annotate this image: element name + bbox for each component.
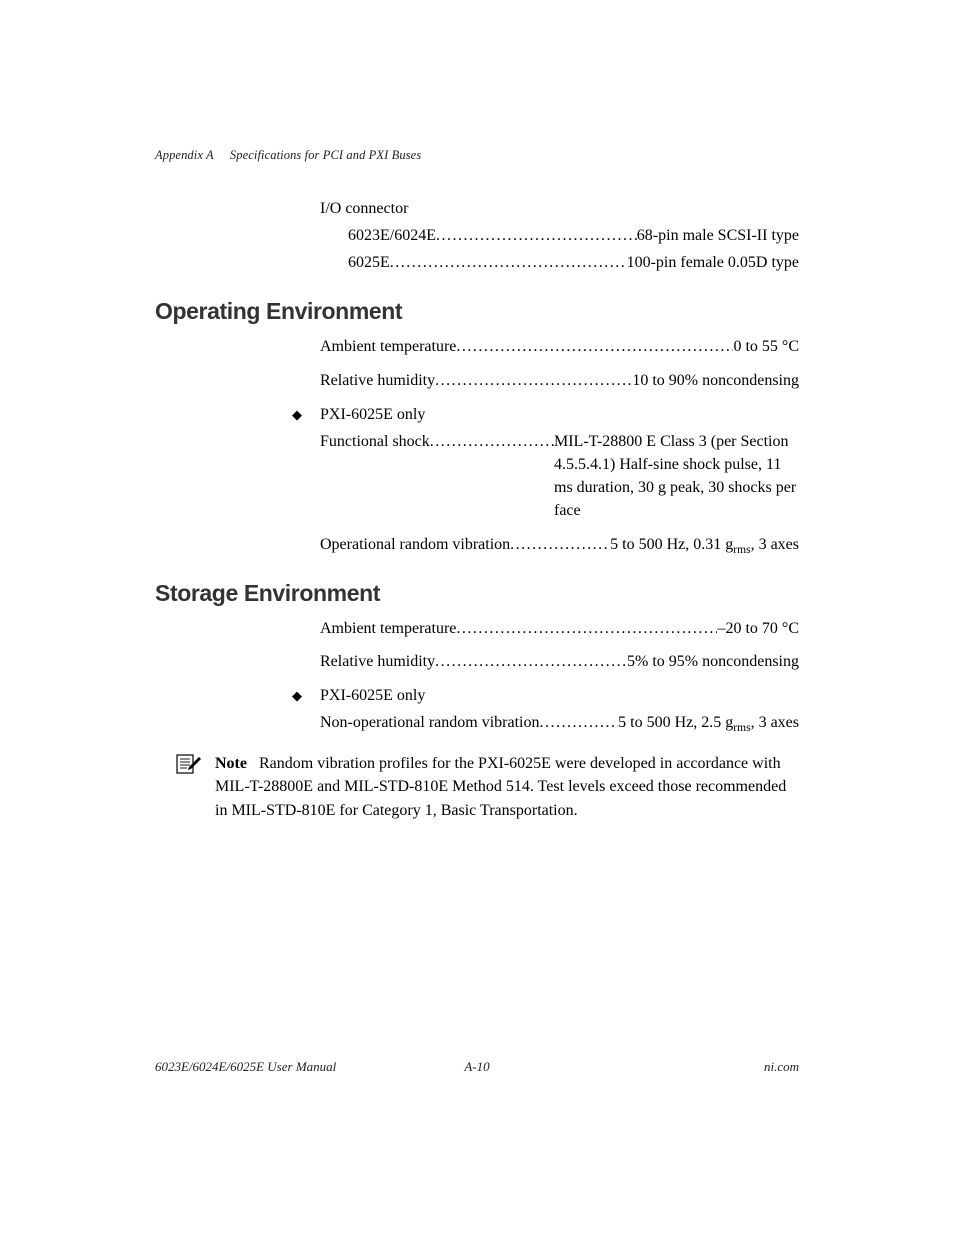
note-text: Note Random vibration profiles for the P… bbox=[215, 752, 799, 822]
spec-label: Operational random vibration bbox=[320, 533, 510, 556]
spec-row: Relative humidity ......................… bbox=[320, 369, 799, 392]
leader-dots: ........................................… bbox=[436, 224, 637, 247]
spec-value: 100-pin female 0.05D type bbox=[627, 251, 799, 274]
page: Appendix A Specifications for PCI and PX… bbox=[0, 0, 954, 1235]
spec-value: –20 to 70 °C bbox=[717, 617, 799, 640]
diamond-bullet-icon: ◆ bbox=[292, 407, 320, 423]
spec-row: Functional shock .......................… bbox=[320, 430, 799, 523]
spec-value: 0 to 55 °C bbox=[733, 335, 799, 358]
note-block: Note Random vibration profiles for the P… bbox=[215, 752, 799, 822]
spec-value: 68-pin male SCSI-II type bbox=[637, 224, 799, 247]
spec-row: 6025E ..................................… bbox=[348, 251, 799, 274]
spec-value: 5 to 500 Hz, 0.31 grms, 3 axes bbox=[610, 533, 799, 556]
header-title: Specifications for PCI and PXI Buses bbox=[230, 148, 421, 162]
operating-block: Ambient temperature ....................… bbox=[320, 335, 799, 391]
spec-value: MIL-T-28800 E Class 3 (per Section 4.5.5… bbox=[554, 430, 799, 523]
running-header: Appendix A Specifications for PCI and PX… bbox=[155, 148, 421, 163]
spec-label: 6025E bbox=[348, 251, 390, 274]
operating-environment-heading: Operating Environment bbox=[155, 298, 799, 325]
spec-value: 10 to 90% noncondensing bbox=[632, 369, 799, 392]
appendix-label: Appendix A bbox=[155, 148, 214, 162]
spec-value: 5 to 500 Hz, 2.5 grms, 3 axes bbox=[618, 711, 799, 734]
spec-row: Operational random vibration ...........… bbox=[320, 533, 799, 556]
page-footer: 6023E/6024E/6025E User Manual A-10 ni.co… bbox=[155, 1059, 799, 1075]
leader-dots: ........................................… bbox=[510, 533, 610, 556]
spec-label: Relative humidity bbox=[320, 369, 435, 392]
spec-row: Ambient temperature ....................… bbox=[320, 335, 799, 358]
spec-label: Ambient temperature bbox=[320, 335, 456, 358]
spec-label: Ambient temperature bbox=[320, 617, 456, 640]
note-icon bbox=[175, 752, 215, 822]
spec-label: Relative humidity bbox=[320, 650, 435, 673]
leader-dots: ........................................… bbox=[435, 369, 632, 392]
leader-dots: ........................................… bbox=[456, 617, 717, 640]
spec-value: 5% to 95% noncondensing bbox=[627, 650, 799, 673]
diamond-bullet-icon: ◆ bbox=[292, 688, 320, 704]
leader-dots: ........................................… bbox=[435, 650, 627, 673]
leader-dots: ........................................… bbox=[390, 251, 627, 274]
operating-pxi-block: Functional shock .......................… bbox=[320, 430, 799, 556]
spec-row: Relative humidity ......................… bbox=[320, 650, 799, 673]
bullet-pxi-operating: ◆ PXI-6025E only bbox=[292, 406, 799, 424]
spec-row: 6023E/6024E ............................… bbox=[348, 224, 799, 247]
leader-dots: ........................................… bbox=[456, 335, 733, 358]
io-connector-block: I/O connector 6023E/6024E ..............… bbox=[320, 200, 799, 274]
pxi-only-label: PXI-6025E only bbox=[320, 406, 425, 424]
spec-row: Ambient temperature ....................… bbox=[320, 617, 799, 640]
storage-environment-heading: Storage Environment bbox=[155, 580, 799, 607]
note-body: Random vibration profiles for the PXI-60… bbox=[215, 755, 786, 818]
spec-label: Non-operational random vibration bbox=[320, 711, 540, 734]
storage-block: Ambient temperature ....................… bbox=[320, 617, 799, 673]
spec-label: 6023E/6024E bbox=[348, 224, 436, 247]
bullet-pxi-storage: ◆ PXI-6025E only bbox=[292, 687, 799, 705]
note-label: Note bbox=[215, 755, 247, 772]
spec-row: Non-operational random vibration .......… bbox=[320, 711, 799, 734]
footer-center: A-10 bbox=[155, 1059, 799, 1075]
io-connector-heading: I/O connector bbox=[320, 200, 799, 218]
pxi-only-label: PXI-6025E only bbox=[320, 687, 425, 705]
leader-dots: ........................................… bbox=[540, 711, 619, 734]
leader-dots: ........................................… bbox=[430, 430, 554, 453]
storage-pxi-block: Non-operational random vibration .......… bbox=[320, 711, 799, 734]
content: I/O connector 6023E/6024E ..............… bbox=[155, 200, 799, 822]
spec-label: Functional shock bbox=[320, 430, 430, 453]
